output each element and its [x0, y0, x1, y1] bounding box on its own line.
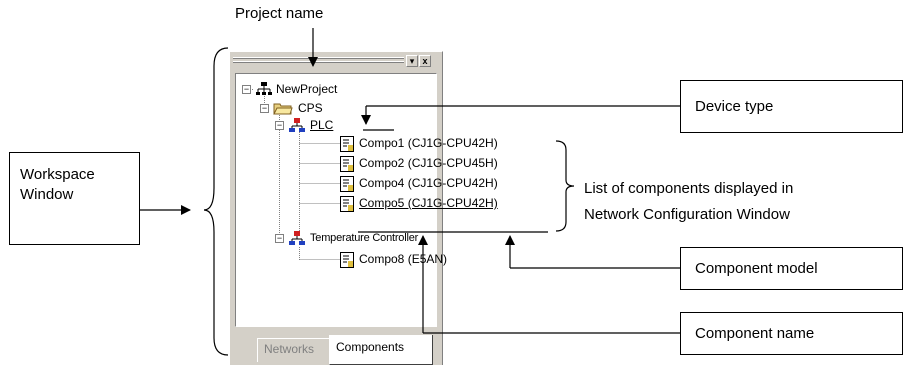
workspace-brace — [203, 47, 229, 356]
annotation-overlay — [140, 28, 680, 356]
components-list-brace — [555, 140, 575, 232]
